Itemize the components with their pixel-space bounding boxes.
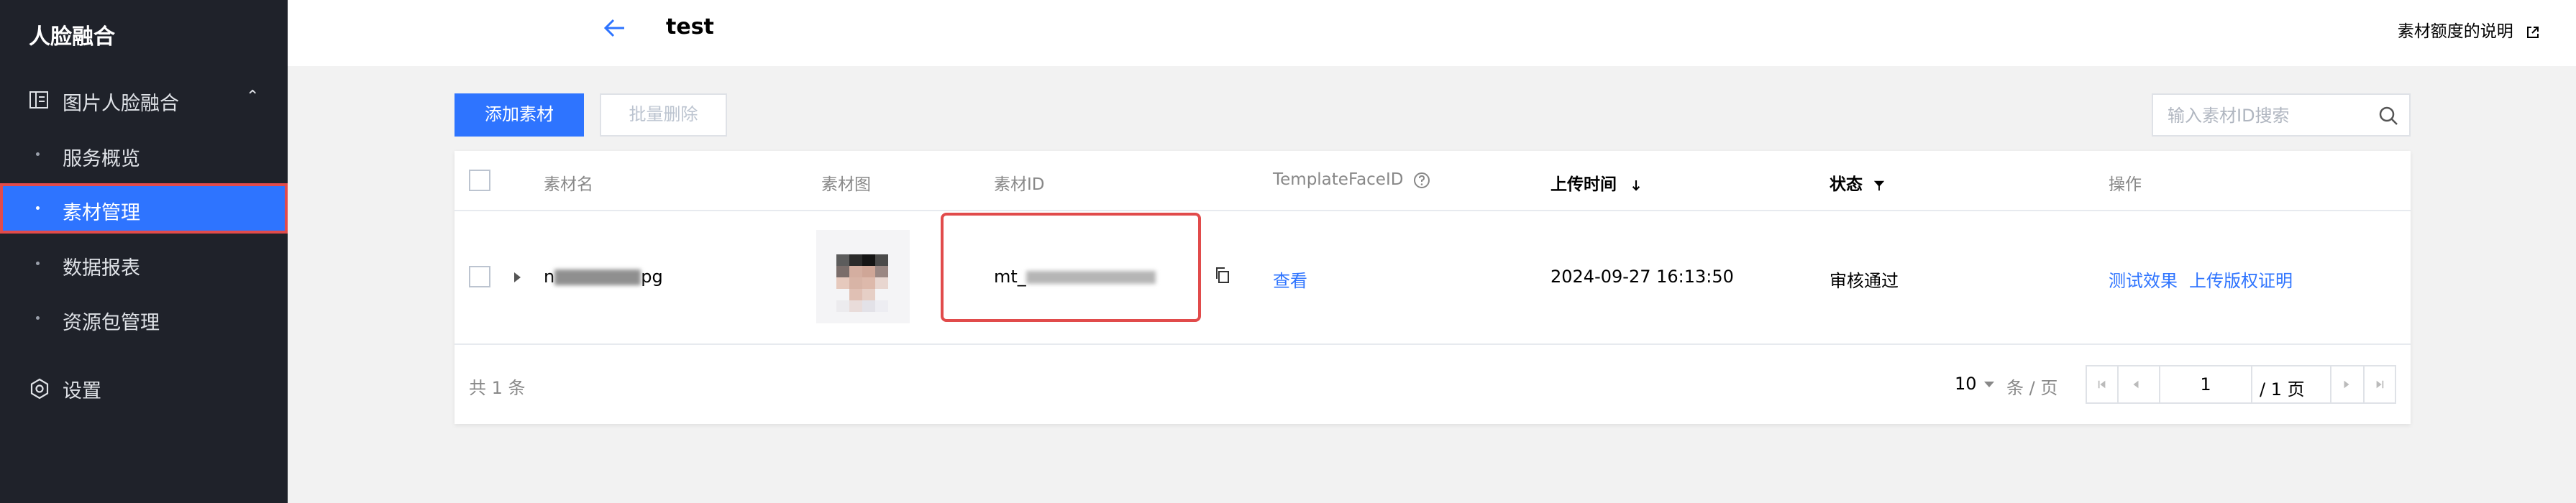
column-header-actions: 操作	[2109, 175, 2142, 194]
sidebar-item-label: 素材管理	[63, 202, 140, 224]
gear-icon	[30, 378, 49, 400]
nav-group-image-face-fusion[interactable]: 图片人脸融合 ⌃	[0, 85, 288, 115]
test-effect-link[interactable]: 测试效果	[2109, 267, 2178, 292]
material-table: 素材名 素材图 素材ID TemplateFaceID 上传时间 状态 操作 n…	[455, 151, 2411, 424]
row-checkbox[interactable]	[469, 266, 490, 287]
page-size-value: 10	[1955, 374, 1977, 394]
column-header-status-label: 状态	[1830, 175, 1863, 194]
pagination: 1 / 1 页	[2086, 365, 2396, 404]
external-link-icon	[2527, 26, 2539, 38]
search-input[interactable]	[2168, 105, 2369, 126]
column-header-upload-time-label: 上传时间	[1550, 175, 1617, 194]
chevron-up-icon: ⌃	[246, 88, 260, 106]
material-name-start: n	[544, 267, 555, 287]
sidebar-item-resource-packages[interactable]: 资源包管理	[0, 293, 288, 343]
sidebar-item-data-report[interactable]: 数据报表	[0, 239, 288, 289]
redacted-name	[554, 269, 641, 285]
total-pages: / 1 页	[2260, 379, 2305, 400]
search-icon[interactable]	[2378, 105, 2399, 126]
template-view-link[interactable]: 查看	[1273, 267, 1307, 292]
sidebar-item-label: 数据报表	[63, 257, 140, 280]
material-name-end: pg	[641, 267, 663, 287]
caret-down-icon	[1983, 382, 1994, 387]
quota-help-link[interactable]: 素材额度的说明	[2398, 17, 2540, 42]
column-header-template-label: TemplateFaceID	[1273, 170, 1404, 189]
column-header-image: 素材图	[821, 175, 871, 194]
bullet-icon	[36, 316, 40, 320]
column-header-id: 素材ID	[994, 175, 1045, 194]
material-thumbnail[interactable]	[816, 230, 910, 323]
column-header-template: TemplateFaceID	[1273, 170, 1430, 189]
upload-copyright-link[interactable]: 上传版权证明	[2189, 267, 2293, 292]
grid-icon	[29, 91, 48, 109]
expand-row-icon[interactable]	[514, 272, 521, 282]
quota-help-link-label: 素材额度的说明	[2397, 22, 2513, 41]
column-header-name: 素材名	[544, 175, 593, 194]
per-page-unit: 条 / 页	[2006, 378, 2058, 398]
copy-icon[interactable]	[1213, 266, 1230, 285]
sidebar-item-label: 资源包管理	[63, 312, 160, 334]
sidebar-item-label: 服务概览	[63, 148, 140, 170]
app-title: 人脸融合	[29, 24, 115, 50]
select-all-checkbox[interactable]	[469, 170, 490, 191]
bullet-icon	[36, 262, 40, 265]
sidebar-item-overview[interactable]: 服务概览	[0, 129, 288, 180]
next-page-icon[interactable]	[2330, 366, 2362, 402]
total-count: 共 1 条	[469, 378, 526, 398]
arrow-left-icon[interactable]	[603, 16, 627, 40]
sidebar-item-material-management[interactable]: 素材管理	[0, 183, 288, 234]
search-box	[2152, 93, 2411, 137]
first-page-icon[interactable]	[2087, 366, 2119, 402]
page-size-select[interactable]: 10	[1955, 374, 1994, 394]
upload-time: 2024-09-27 16:13:50	[1550, 267, 1734, 287]
add-material-button[interactable]: 添加素材	[455, 93, 584, 137]
help-circle-icon[interactable]	[1413, 172, 1430, 189]
batch-delete-button[interactable]: 批量删除	[600, 93, 727, 137]
table-row: n pg mt_ 查看 2024-09-27 16:13:50 审核通过 测试效…	[455, 211, 2411, 345]
column-header-status[interactable]: 状态	[1830, 170, 1886, 195]
status-text: 审核通过	[1830, 271, 1899, 291]
table-header: 素材名 素材图 素材ID TemplateFaceID 上传时间 状态 操作	[455, 151, 2411, 211]
page-title: test	[666, 14, 714, 40]
last-page-icon[interactable]	[2363, 366, 2395, 402]
highlight-box	[941, 213, 1201, 322]
bullet-icon	[36, 152, 40, 156]
filter-icon[interactable]	[1873, 179, 1886, 192]
table-footer: 共 1 条 10 条 / 页 1 / 1 页	[455, 345, 2411, 424]
material-name: n pg	[544, 267, 663, 287]
page-number-input[interactable]: 1	[2159, 366, 2252, 402]
bullet-icon	[36, 206, 40, 210]
arrow-down-icon[interactable]	[1631, 178, 1641, 193]
page-header: test 素材额度的说明	[288, 0, 2576, 66]
settings-label: 设置	[63, 380, 101, 402]
sidebar-item-settings[interactable]: 设置	[0, 374, 288, 404]
prev-page-icon[interactable]	[2120, 366, 2152, 402]
column-header-upload-time[interactable]: 上传时间	[1550, 170, 1641, 195]
sidebar: 人脸融合 图片人脸融合 ⌃ 服务概览 素材管理 数据报表 资源包管理 设置	[0, 0, 288, 503]
nav-group-label: 图片人脸融合	[63, 93, 179, 115]
